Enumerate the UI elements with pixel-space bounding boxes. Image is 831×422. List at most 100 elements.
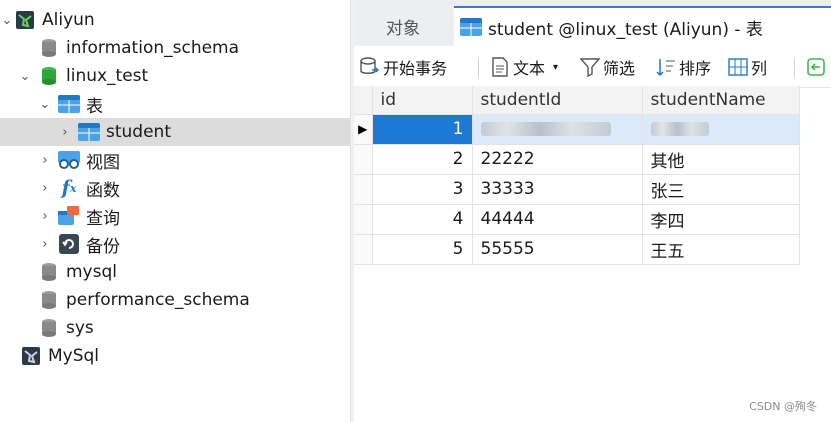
database-open-icon: [38, 65, 60, 87]
sort-button[interactable]: 排序: [656, 55, 711, 79]
tree-item-functions[interactable]: › fx 函数: [0, 174, 350, 202]
table-row[interactable]: 4 44444 李四: [354, 204, 800, 235]
table-row[interactable]: 2 22222 其他: [354, 144, 800, 175]
grid-header-row: id studentId studentName: [354, 86, 800, 115]
toolbar-divider: [794, 58, 795, 78]
tree-item-label: mysql: [66, 262, 117, 282]
function-icon: fx: [61, 177, 77, 199]
row-indicator: [354, 234, 373, 265]
tab-bar: 对象 student @linux_test (Aliyun) - 表: [354, 0, 831, 46]
tree-item-linux-test[interactable]: ⌄ linux_test: [0, 62, 350, 90]
toolbar-divider: [478, 58, 479, 78]
navigation-tree: ⌄ Aliyun information_schema ⌄ linux_test…: [0, 0, 350, 422]
tree-item-backups[interactable]: › 备份: [0, 230, 350, 258]
chevron-down-icon[interactable]: ⌄: [18, 62, 32, 90]
chevron-right-icon[interactable]: ›: [38, 202, 52, 230]
button-label: 排序: [679, 59, 712, 78]
tree-item-label: 备份: [86, 236, 120, 257]
tree-item-label: 函数: [86, 180, 120, 201]
table-row[interactable]: ▶ 1: [354, 114, 800, 145]
cell-studentname[interactable]: 张三: [642, 174, 800, 205]
chevron-right-icon[interactable]: ›: [38, 174, 52, 202]
table-row[interactable]: 3 33333 张三: [354, 174, 800, 205]
tree-item-mysql[interactable]: mysql: [0, 258, 350, 286]
database-icon: [38, 289, 60, 311]
tree-item-label: sys: [66, 318, 94, 338]
begin-transaction-button[interactable]: 开始事务: [360, 55, 447, 79]
document-icon: [490, 57, 510, 77]
tab-label: student @linux_test (Aliyun) - 表: [488, 19, 763, 40]
column-header-studentname[interactable]: studentName: [642, 86, 800, 115]
tree-item-mysql-connection[interactable]: MySql: [0, 342, 350, 370]
cell-id[interactable]: 5: [372, 234, 473, 265]
button-label: 列: [751, 59, 768, 78]
data-grid: id studentId studentName ▶ 1 2 22222 其他: [354, 86, 831, 265]
tree-item-label: student: [106, 122, 171, 142]
tree-item-tables[interactable]: ⌄ 表: [0, 90, 350, 118]
table-icon: [460, 16, 482, 38]
sort-icon: [656, 57, 676, 77]
button-label: 开始事务: [383, 59, 448, 78]
redacted-value: [650, 122, 709, 136]
tree-item-label: performance_schema: [66, 290, 250, 310]
table-editor-panel: 对象 student @linux_test (Aliyun) - 表 开始事务…: [354, 0, 831, 422]
row-indicator-header: [354, 86, 373, 115]
tree-item-aliyun[interactable]: ⌄ Aliyun: [0, 6, 350, 34]
tree-item-label: 表: [86, 96, 103, 117]
cell-id[interactable]: 2: [372, 144, 473, 175]
column-header-id[interactable]: id: [372, 86, 473, 115]
cell-studentname-redacted[interactable]: [642, 114, 800, 145]
tree-item-views[interactable]: › 视图: [0, 146, 350, 174]
chevron-right-icon[interactable]: ›: [58, 118, 72, 146]
cell-studentid[interactable]: 22222: [472, 144, 643, 175]
columns-button[interactable]: 列: [728, 55, 767, 79]
button-label: 文本: [513, 59, 546, 78]
tab-student-table[interactable]: student @linux_test (Aliyun) - 表: [454, 6, 831, 46]
cell-studentid-redacted[interactable]: [472, 114, 643, 145]
watermark: CSDN @殉冬: [749, 400, 817, 413]
cell-studentid[interactable]: 33333: [472, 174, 643, 205]
cell-studentid[interactable]: 55555: [472, 234, 643, 265]
button-label: 筛选: [603, 59, 636, 78]
view-icon: [58, 149, 80, 171]
column-header-studentid[interactable]: studentId: [472, 86, 643, 115]
tree-item-label: linux_test: [66, 66, 149, 86]
tree-item-queries[interactable]: › 查询: [0, 202, 350, 230]
tree-item-label: MySql: [48, 346, 100, 366]
cell-studentname[interactable]: 其他: [642, 144, 800, 175]
tree-item-student[interactable]: › student: [0, 118, 350, 146]
dropdown-arrow-icon[interactable]: ▾: [553, 62, 558, 73]
cell-id[interactable]: 3: [372, 174, 473, 205]
mysql-connection-icon: [14, 9, 36, 31]
chevron-down-icon[interactable]: ⌄: [38, 90, 52, 118]
tab-objects[interactable]: 对象: [354, 6, 452, 46]
import-icon: [806, 57, 826, 77]
tree-item-information-schema[interactable]: information_schema: [0, 34, 350, 62]
chevron-right-icon[interactable]: ›: [38, 146, 52, 174]
table-row[interactable]: 5 55555 王五: [354, 234, 800, 265]
current-row-indicator-icon: ▶: [354, 114, 373, 145]
cell-id[interactable]: 4: [372, 204, 473, 235]
cell-id[interactable]: 1: [372, 114, 473, 145]
tree-item-sys[interactable]: sys: [0, 314, 350, 342]
tree-item-label: Aliyun: [42, 10, 95, 30]
filter-button[interactable]: 筛选: [580, 55, 635, 79]
tree-item-label: 视图: [86, 152, 120, 173]
transaction-icon: [360, 57, 380, 77]
cell-studentname[interactable]: 王五: [642, 234, 800, 265]
tree-item-performance-schema[interactable]: performance_schema: [0, 286, 350, 314]
chevron-right-icon[interactable]: ›: [38, 230, 52, 258]
cell-studentid[interactable]: 44444: [472, 204, 643, 235]
text-button[interactable]: 文本 ▾: [490, 55, 558, 79]
redacted-value: [480, 122, 611, 136]
table-icon: [78, 121, 100, 143]
import-button[interactable]: [806, 55, 829, 79]
tree-item-label: 查询: [86, 208, 120, 229]
cell-studentname[interactable]: 李四: [642, 204, 800, 235]
filter-icon: [580, 57, 600, 77]
database-icon: [38, 317, 60, 339]
row-indicator: [354, 174, 373, 205]
database-icon: [38, 261, 60, 283]
chevron-down-icon[interactable]: ⌄: [0, 6, 14, 34]
query-icon: [58, 205, 80, 227]
